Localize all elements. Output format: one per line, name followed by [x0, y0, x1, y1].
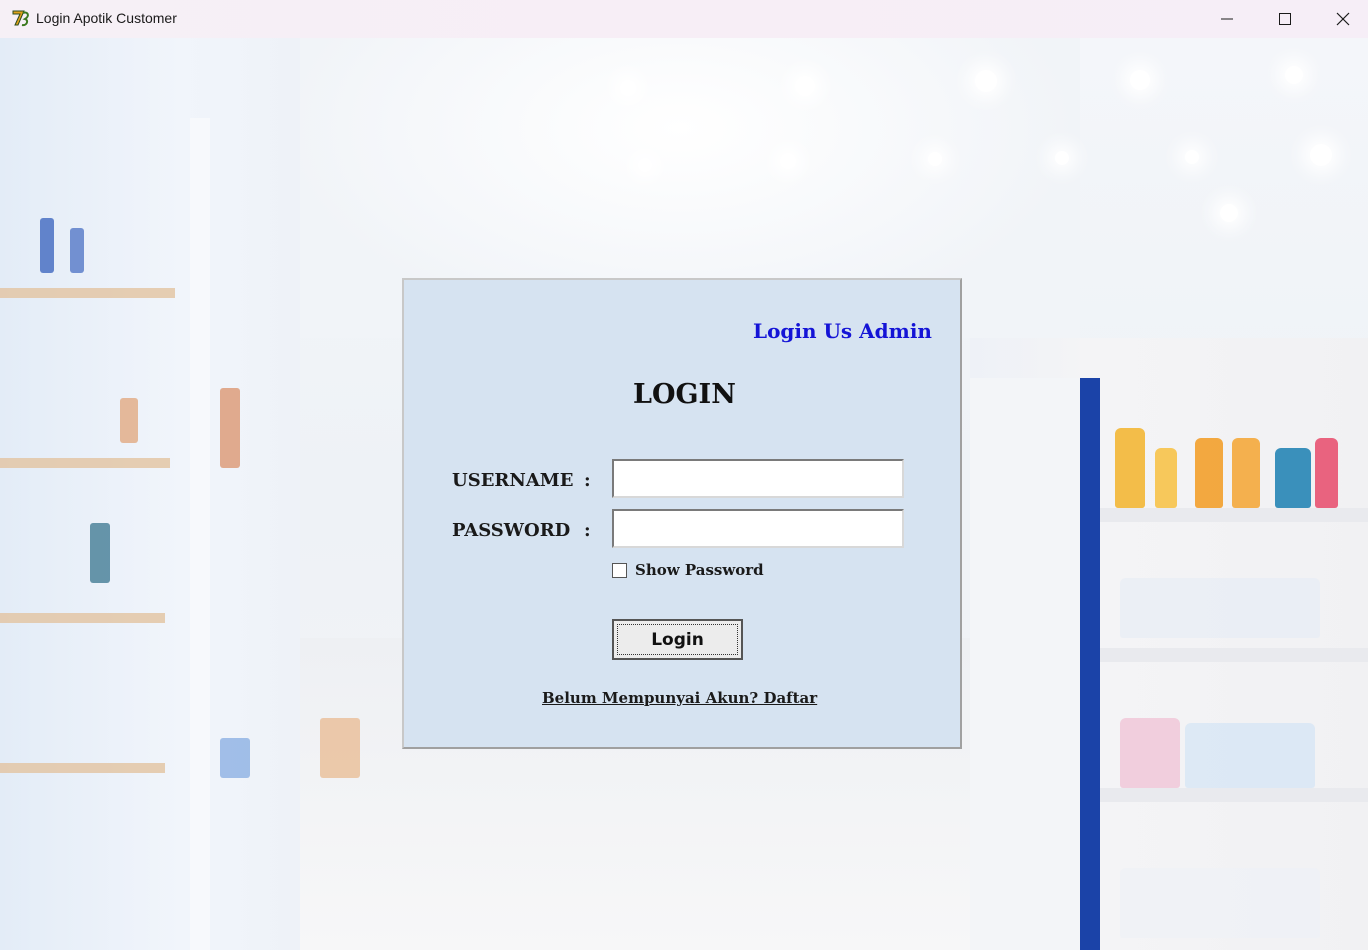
- password-input[interactable]: [612, 509, 904, 548]
- close-button[interactable]: [1314, 0, 1368, 38]
- login-button[interactable]: Login: [612, 619, 743, 660]
- login-button-label: Login: [617, 624, 738, 655]
- username-colon: :: [584, 470, 591, 491]
- maximize-button[interactable]: [1256, 0, 1314, 38]
- close-icon: [1336, 12, 1350, 26]
- java-app-icon: [10, 7, 32, 29]
- register-link[interactable]: Belum Mempunyai Akun? Daftar: [542, 689, 817, 707]
- login-panel: Login Us Admin LOGIN USERNAME : PASSWORD…: [402, 278, 962, 749]
- show-password-label: Show Password: [635, 561, 764, 579]
- username-input[interactable]: [612, 459, 904, 498]
- show-password-checkbox[interactable]: Show Password: [612, 561, 764, 579]
- admin-login-link[interactable]: Login Us Admin: [753, 319, 932, 343]
- username-label: USERNAME: [452, 470, 574, 491]
- password-label: PASSWORD: [452, 520, 571, 541]
- minimize-button[interactable]: [1198, 0, 1256, 38]
- title-bar: Login Apotik Customer: [0, 0, 1368, 38]
- login-heading: LOGIN: [633, 379, 736, 410]
- checkbox-box[interactable]: [612, 562, 627, 578]
- password-colon: :: [584, 520, 591, 541]
- maximize-icon: [1279, 13, 1291, 25]
- window-title: Login Apotik Customer: [36, 10, 177, 26]
- minimize-icon: [1221, 13, 1233, 25]
